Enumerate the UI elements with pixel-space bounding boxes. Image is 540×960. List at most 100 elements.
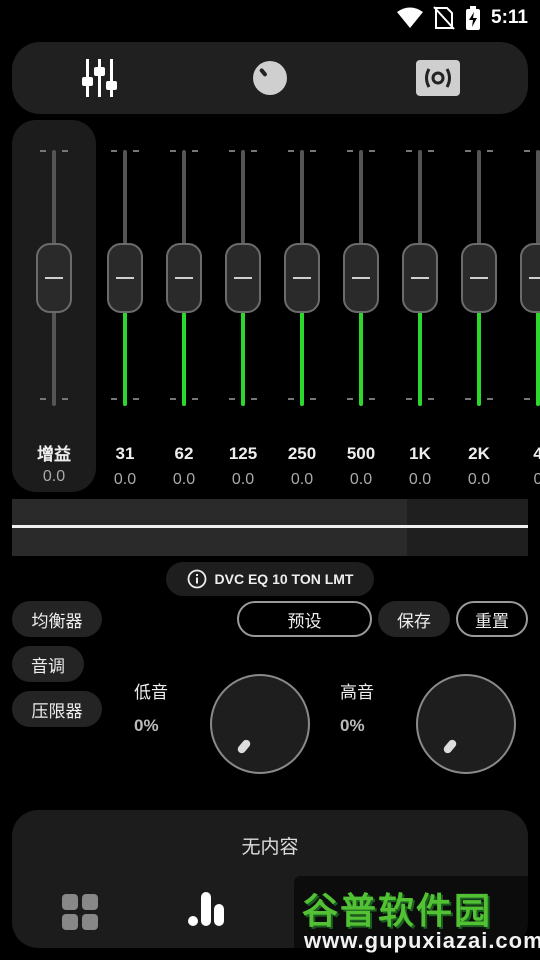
wifi-icon: [397, 7, 424, 28]
slider-scale-mark: [192, 150, 198, 152]
slider-scale-mark: [229, 150, 235, 152]
band-gain-value: 0.0: [290, 471, 314, 488]
tab-limiter-mode[interactable]: 压限器: [12, 691, 102, 727]
slider-scale-mark: [288, 150, 294, 152]
equalizer-sliders-icon: [82, 59, 117, 97]
slider-scale-mark: [487, 398, 493, 400]
slider-scale-mark: [524, 150, 530, 152]
band-slider-250[interactable]: [280, 150, 324, 406]
treble-knob[interactable]: [416, 674, 516, 774]
band-slider-4[interactable]: [516, 150, 540, 406]
preset-button[interactable]: 预设: [237, 601, 372, 637]
slider-thumb[interactable]: [284, 243, 320, 313]
treble-value: 0%: [340, 716, 365, 735]
slider-scale-mark: [369, 150, 375, 152]
slider-scale-mark: [229, 398, 235, 400]
slider-thumb[interactable]: [520, 243, 540, 313]
slider-scale-mark: [428, 398, 434, 400]
slider-thumb[interactable]: [166, 243, 202, 313]
band-slider-1K[interactable]: [398, 150, 442, 406]
slider-scale-mark: [192, 398, 198, 400]
slider-scale-mark: [133, 150, 139, 152]
tab-equalizer[interactable]: [78, 56, 122, 100]
bass-value: 0%: [134, 716, 159, 735]
band-gain-value: 0.0: [172, 471, 196, 488]
band-frequency-label: 31: [115, 444, 135, 463]
slider-scale-mark: [347, 398, 353, 400]
slider-thumb[interactable]: [402, 243, 438, 313]
band-gain-value: 0.0: [467, 471, 491, 488]
slider-thumb[interactable]: [36, 243, 72, 313]
status-bar: 5:11: [0, 0, 540, 36]
watermark-url: www.gupuxiazai.com: [304, 928, 540, 953]
slider-scale-mark: [288, 398, 294, 400]
band-slider-500[interactable]: [339, 150, 383, 406]
bass-label: 低音: [134, 683, 168, 703]
bass-knob-indicator: [236, 738, 252, 755]
slider-scale-mark: [170, 398, 176, 400]
band-gain-value: 0: [533, 471, 540, 488]
band-slider-31[interactable]: [103, 150, 147, 406]
tab-tone-mode[interactable]: 音调: [12, 646, 84, 682]
slider-scale-mark: [310, 150, 316, 152]
info-icon: [187, 569, 206, 589]
slider-scale-mark: [428, 150, 434, 152]
empty-content-text: 无内容: [241, 836, 299, 858]
bars-icon[interactable]: [186, 890, 226, 928]
slider-thumb[interactable]: [225, 243, 261, 313]
slider-scale-mark: [369, 398, 375, 400]
bass-knob[interactable]: [210, 674, 310, 774]
slider-scale-mark: [347, 150, 353, 152]
no-sim-icon: [433, 6, 455, 30]
save-button[interactable]: 保存: [378, 601, 450, 637]
band-slider-62[interactable]: [162, 150, 206, 406]
knob-icon: [253, 61, 287, 95]
status-icons: 5:11: [397, 6, 528, 30]
top-tab-bar: [12, 42, 528, 114]
speaker-icon: [416, 60, 460, 96]
band-frequency-label: 62: [174, 444, 194, 463]
status-time: 5:11: [491, 7, 528, 28]
tab-tone-knob[interactable]: [248, 56, 292, 100]
slider-scale-mark: [406, 398, 412, 400]
slider-scale-mark: [251, 398, 257, 400]
current-preset-name: DVC EQ 10 TON LMT: [214, 571, 354, 587]
band-slider-2K[interactable]: [457, 150, 501, 406]
slider-scale-mark: [62, 398, 68, 400]
watermark: 谷普软件园 www.gupuxiazai.com: [294, 876, 540, 960]
band-gain-value: 0.0: [408, 471, 432, 488]
reset-button[interactable]: 重置: [456, 601, 528, 637]
slider-thumb[interactable]: [107, 243, 143, 313]
slider-scale-mark: [251, 150, 257, 152]
tab-speaker[interactable]: [416, 56, 460, 100]
treble-label: 高音: [340, 683, 374, 703]
slider-scale-mark: [487, 150, 493, 152]
slider-scale-mark: [465, 150, 471, 152]
slider-thumb[interactable]: [461, 243, 497, 313]
band-frequency-label: 125: [228, 444, 258, 463]
watermark-title: 谷普软件园: [302, 891, 493, 932]
slider-scale-mark: [406, 150, 412, 152]
gain-slider[interactable]: [32, 150, 76, 406]
slider-scale-mark: [40, 150, 46, 152]
slider-scale-mark: [170, 150, 176, 152]
slider-scale-mark: [310, 398, 316, 400]
slider-scale-mark: [62, 150, 68, 152]
band-slider-125[interactable]: [221, 150, 265, 406]
slider-scale-mark: [111, 398, 117, 400]
slider-thumb[interactable]: [343, 243, 379, 313]
battery-charging-icon: [466, 6, 481, 30]
band-frequency-label: 4: [533, 444, 540, 463]
current-preset-chip[interactable]: DVC EQ 10 TON LMT: [166, 562, 374, 596]
grid-icon[interactable]: [62, 894, 98, 930]
slider-scale-mark: [465, 398, 471, 400]
band-frequency-label: 2K: [468, 444, 490, 463]
gain-label: 增益: [37, 445, 71, 464]
band-frequency-label: 1K: [409, 444, 431, 463]
band-gain-value: 0.0: [113, 471, 137, 488]
band-gain-value: 0.0: [231, 471, 255, 488]
band-frequency-label: 250: [287, 444, 317, 463]
tab-equalizer-mode[interactable]: 均衡器: [12, 601, 102, 637]
slider-scale-mark: [133, 398, 139, 400]
slider-scale-mark: [40, 398, 46, 400]
